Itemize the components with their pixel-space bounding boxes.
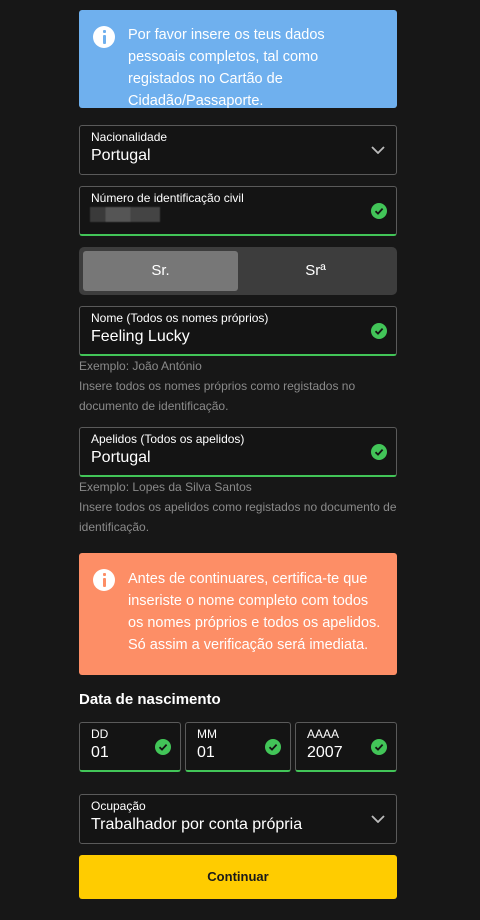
- info-banner: Por favor insere os teus dados pessoais …: [79, 10, 397, 109]
- occupation-label: Ocupação: [91, 799, 146, 813]
- first-names-label: Nome (Todos os nomes próprios): [91, 311, 269, 325]
- occupation-value: Trabalhador por conta própria: [91, 816, 303, 833]
- birth-year-field[interactable]: AAAA 2007: [295, 722, 397, 772]
- surnames-value: Portugal: [91, 449, 151, 466]
- check-icon: [371, 322, 387, 339]
- birth-month-value: 01: [197, 744, 215, 761]
- first-names-example: Exemplo: João António: [79, 359, 202, 373]
- surnames-example: Exemplo: Lopes da Silva Santos: [79, 480, 252, 494]
- birth-year-value: 2007: [307, 744, 343, 761]
- birth-year-label: AAAA: [307, 727, 340, 741]
- title-toggle: Sr. Srª: [79, 247, 397, 295]
- surnames-hint: Insere todos os apelidos como registados…: [79, 500, 397, 534]
- title-option-sra[interactable]: Srª: [238, 251, 393, 291]
- birth-month-field[interactable]: MM 01: [185, 722, 291, 772]
- chevron-down-icon: [371, 815, 385, 823]
- check-icon: [371, 738, 387, 755]
- info-icon: [93, 26, 115, 48]
- birth-date-title: Data de nascimento: [79, 691, 221, 708]
- surnames-field[interactable]: Apelidos (Todos os apelidos) Portugal: [79, 427, 397, 477]
- birth-day-label: DD: [91, 727, 109, 741]
- check-icon: [265, 738, 281, 755]
- continue-button[interactable]: Continuar: [79, 855, 397, 899]
- nationality-select[interactable]: Nacionalidade Portugal: [79, 125, 397, 175]
- civil-id-label: Número de identificação civil: [91, 191, 244, 205]
- redacted-value: [90, 207, 160, 222]
- birth-month-label: MM: [197, 727, 217, 741]
- warning-banner: Antes de continuares, certifica-te que i…: [79, 553, 397, 675]
- title-option-sr[interactable]: Sr.: [83, 251, 238, 291]
- chevron-down-icon: [371, 146, 385, 154]
- info-icon: [93, 569, 115, 591]
- birth-day-field[interactable]: DD 01: [79, 722, 181, 772]
- first-names-field[interactable]: Nome (Todos os nomes próprios) Feeling L…: [79, 306, 397, 356]
- info-banner-text: Por favor insere os teus dados pessoais …: [128, 27, 325, 109]
- nationality-label: Nacionalidade: [91, 130, 168, 144]
- occupation-select[interactable]: Ocupação Trabalhador por conta própria: [79, 794, 397, 844]
- warning-banner-text: Antes de continuares, certifica-te que i…: [128, 571, 381, 653]
- nationality-value: Portugal: [91, 147, 151, 164]
- first-names-value: Feeling Lucky: [91, 328, 190, 345]
- check-icon: [371, 202, 387, 219]
- first-names-hint: Insere todos os nomes próprios como regi…: [79, 379, 356, 413]
- check-icon: [371, 443, 387, 460]
- check-icon: [155, 738, 171, 755]
- surnames-label: Apelidos (Todos os apelidos): [91, 432, 245, 446]
- civil-id-field[interactable]: Número de identificação civil: [79, 186, 397, 236]
- birth-day-value: 01: [91, 744, 109, 761]
